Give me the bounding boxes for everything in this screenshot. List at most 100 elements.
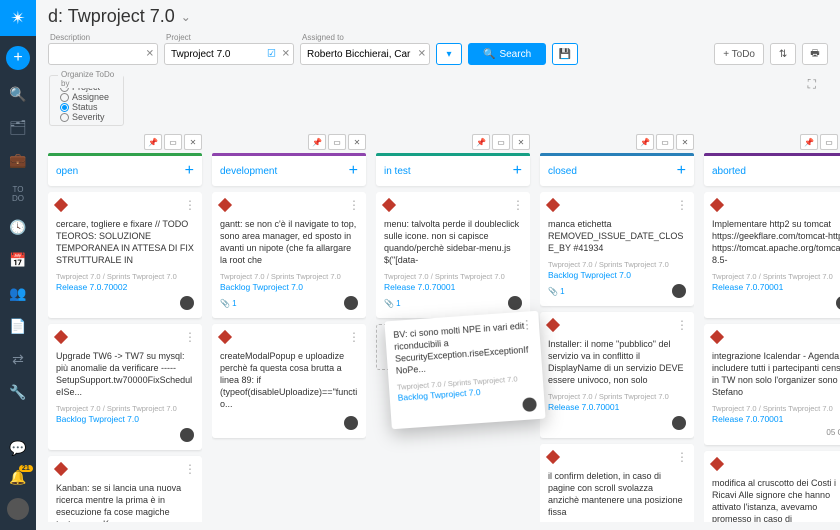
pin-icon[interactable]: 📌	[472, 134, 490, 150]
card-text: integrazione Icalendar - Agenda includer…	[712, 350, 840, 398]
user-avatar[interactable]	[7, 498, 29, 520]
kanban-card[interactable]: ⋮il confirm deletion, in caso di pagine …	[540, 444, 694, 522]
add-todo-button[interactable]: + ToDo	[714, 43, 764, 65]
kanban-card[interactable]: ⋮Installer: il nome "pubblico" del servi…	[540, 312, 694, 438]
card-menu-icon[interactable]: ⋮	[184, 198, 196, 212]
calendar-icon[interactable]: 📅	[0, 252, 36, 269]
chat-icon[interactable]: 💬	[7, 440, 29, 457]
card-text: createModalPopup e uploadize perchè fa q…	[220, 350, 358, 410]
card-text: menu: talvolta perde il doubleclick sull…	[384, 218, 522, 266]
column-open: 📌▭✕ open + ⋮cercare, togliere e fixare // T…	[48, 134, 202, 522]
pin-icon[interactable]: 📌	[308, 134, 326, 150]
organize-option-assignee[interactable]: Assignee	[60, 92, 109, 102]
card-menu-icon[interactable]: ⋮	[184, 462, 196, 476]
briefcase-icon[interactable]: 💼	[0, 152, 36, 169]
close-icon[interactable]: ✕	[512, 134, 530, 150]
add-card-icon[interactable]: +	[513, 162, 522, 180]
priority-flag-icon	[218, 330, 232, 344]
sort-button[interactable]: ⇅	[770, 43, 796, 65]
kanban-card[interactable]: ⋮Implementare http2 su tomcathttps://gee…	[704, 192, 840, 318]
search-icon[interactable]: 🔍	[0, 86, 36, 103]
card-menu-icon[interactable]: ⋮	[676, 198, 688, 212]
people-icon[interactable]: 👥	[0, 285, 36, 302]
share-icon[interactable]: ⇄	[0, 351, 36, 368]
card-link[interactable]: Backlog Twproject 7.0	[56, 414, 194, 424]
kanban-card[interactable]: ⋮Kanban: se si lancia una nuova ricerca …	[48, 456, 202, 522]
clear-icon[interactable]: ✕	[418, 49, 426, 60]
card-avatar	[836, 296, 840, 310]
card-menu-icon[interactable]: ⋮	[521, 317, 534, 332]
card-link[interactable]: Release 7.0.70002	[56, 282, 194, 292]
collapse-icon[interactable]: ▭	[656, 134, 674, 150]
card-link[interactable]: Release 7.0.70001	[712, 282, 840, 292]
card-menu-icon[interactable]: ⋮	[348, 330, 360, 344]
print-button[interactable]: 🖶	[802, 43, 828, 65]
card-meta: Twproject 7.0 / Sprints Twproject 7.0	[220, 272, 358, 281]
pin-icon[interactable]: 📌	[800, 134, 818, 150]
kanban-card[interactable]: ⋮Upgrade TW6 -> TW7 su mysql: più anomal…	[48, 324, 202, 450]
close-icon[interactable]: ✕	[348, 134, 366, 150]
add-card-icon[interactable]: +	[349, 162, 358, 180]
priority-flag-icon	[382, 198, 396, 212]
clear-icon[interactable]: ✕	[146, 49, 154, 60]
save-button[interactable]: 💾	[552, 43, 578, 65]
todo-icon[interactable]: TODO	[0, 185, 36, 203]
kanban-card[interactable]: ⋮manca etichetta REMOVED_ISSUE_DATE_CLOS…	[540, 192, 694, 306]
description-input[interactable]	[48, 43, 158, 65]
card-menu-icon[interactable]: ⋮	[348, 198, 360, 212]
assigned-input[interactable]	[300, 43, 430, 65]
card-menu-icon[interactable]: ⋮	[512, 198, 524, 212]
external-link[interactable]: https://geekflare.com/tomcat-http2	[712, 231, 840, 241]
column-title[interactable]: closed	[548, 166, 577, 177]
filter-button[interactable]: ▾	[436, 43, 462, 65]
close-icon[interactable]: ✕	[184, 134, 202, 150]
notifications-icon[interactable]: 🔔21	[9, 469, 26, 486]
collapse-icon[interactable]: ▭	[164, 134, 182, 150]
card-link[interactable]: Backlog Twproject 7.0	[220, 282, 358, 292]
tool-icon[interactable]: 🔧	[0, 384, 36, 401]
add-button[interactable]: +	[6, 46, 30, 70]
clear-icon[interactable]: ✕	[282, 49, 290, 60]
external-link[interactable]: https://tomcat.apache.org/tomcat-8.5-	[712, 243, 840, 265]
kanban-card[interactable]: ⋮ menu: talvolta perde il doubleclick sul…	[376, 192, 530, 318]
column-title[interactable]: in test	[384, 166, 411, 177]
card-menu-icon[interactable]: ⋮	[676, 318, 688, 332]
document-icon[interactable]: 📄	[0, 318, 36, 335]
card-link[interactable]: Backlog Twproject 7.0	[548, 270, 686, 280]
kanban-card[interactable]: ⋮gantt: se non c'è il navigate to top, s…	[212, 192, 366, 318]
card-link[interactable]: Release 7.0.70001	[712, 414, 840, 424]
pin-icon[interactable]: 📌	[144, 134, 162, 150]
column-title[interactable]: aborted	[712, 166, 746, 177]
organize-option-status[interactable]: Status	[60, 102, 109, 112]
kanban-card[interactable]: ⋮ createModalPopup e uploadize perchè fa …	[212, 324, 366, 438]
column-title[interactable]: open	[56, 166, 78, 177]
card-avatar	[508, 296, 522, 310]
projects-icon[interactable]: 🗂	[0, 119, 36, 136]
card-menu-icon[interactable]: ⋮	[676, 450, 688, 464]
collapse-icon[interactable]: ▭	[328, 134, 346, 150]
chevron-down-icon[interactable]: ⌄	[181, 10, 191, 24]
search-button[interactable]: 🔍Search	[468, 43, 546, 65]
collapse-icon[interactable]: ▭	[820, 134, 838, 150]
dragging-card[interactable]: ⋮ BV: ci sono molti NPE in vari edit ric…	[384, 311, 545, 429]
kanban-card[interactable]: ⋮integrazione Icalendar - Agenda include…	[704, 324, 840, 445]
column-title[interactable]: development	[220, 166, 277, 177]
organize-option-severity[interactable]: Severity	[60, 112, 109, 122]
add-card-icon[interactable]: +	[185, 162, 194, 180]
organize-label: Organize ToDo by	[58, 70, 123, 88]
card-menu-icon[interactable]: ⋮	[184, 330, 196, 344]
pin-icon[interactable]: 📌	[636, 134, 654, 150]
expand-icon[interactable]: ⛶	[808, 77, 816, 92]
card-link[interactable]: Release 7.0.70001	[548, 402, 686, 412]
attachment-icon[interactable]: 📎 1	[548, 287, 565, 296]
attachment-icon[interactable]: 📎 1	[384, 299, 401, 308]
attachment-icon[interactable]: 📎 1	[220, 299, 237, 308]
kanban-card[interactable]: ⋮modifica al cruscotto dei Costi i Ricav…	[704, 451, 840, 522]
clock-icon[interactable]: 🕓	[0, 219, 36, 236]
app-logo-icon[interactable]: ✴	[0, 0, 36, 36]
add-card-icon[interactable]: +	[677, 162, 686, 180]
card-link[interactable]: Release 7.0.70001	[384, 282, 522, 292]
kanban-card[interactable]: ⋮cercare, togliere e fixare // TODO TEOR…	[48, 192, 202, 318]
collapse-icon[interactable]: ▭	[492, 134, 510, 150]
close-icon[interactable]: ✕	[676, 134, 694, 150]
